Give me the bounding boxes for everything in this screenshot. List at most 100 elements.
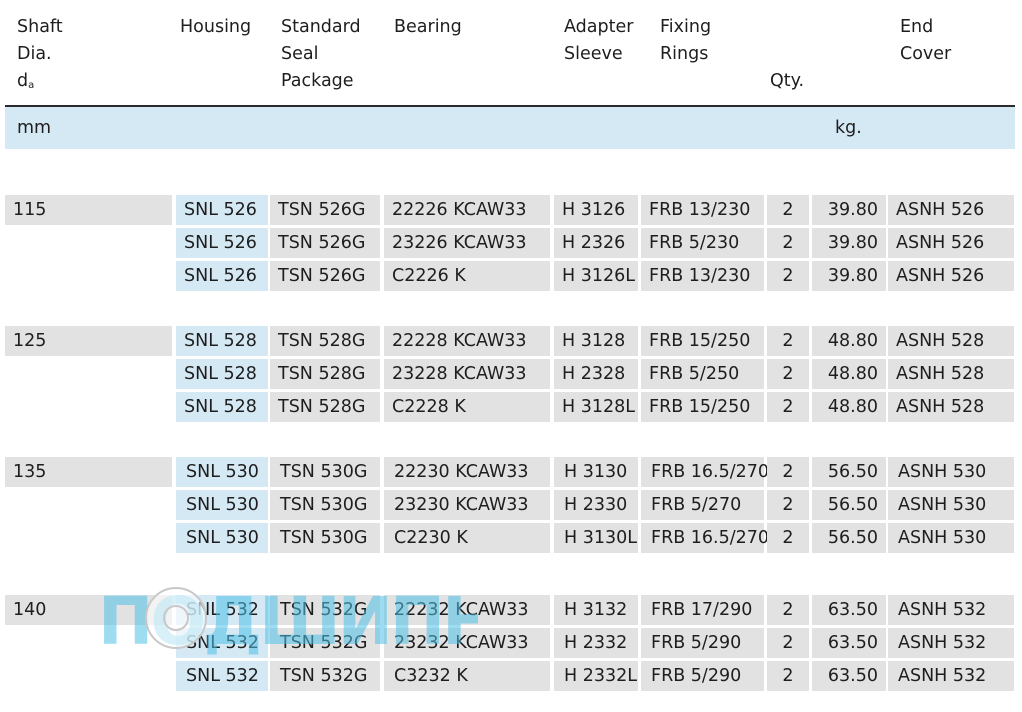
cell-endcover: ASNH 530 [888, 490, 1014, 520]
header-shaft-subscript: a [28, 80, 35, 91]
cell-weight: 63.50 [812, 661, 886, 691]
cell-weight: 39.80 [812, 195, 886, 225]
cell-housing: SNL 526 [176, 261, 268, 291]
cell-seal: TSN 526G [270, 195, 380, 225]
cell-qty: 2 [767, 595, 809, 625]
cell-seal: TSN 526G [270, 261, 380, 291]
header-seal-line3: Package [281, 71, 354, 91]
cell-housing: SNL 530 [176, 523, 268, 553]
cell-adapter: H 2326 [554, 228, 638, 258]
cell-housing: SNL 526 [176, 228, 268, 258]
header-shaft-symbol: da [17, 68, 63, 99]
cell-weight: 63.50 [812, 628, 886, 658]
header-qty-label: Qty. [770, 71, 805, 91]
cell-fixing: FRB 5/290 [641, 628, 764, 658]
cell-endcover: ASNH 532 [888, 595, 1014, 625]
header-endcover-line2: Cover [900, 44, 952, 64]
cell-adapter: H 2330 [554, 490, 638, 520]
cell-adapter: H 3128 [554, 326, 638, 356]
cell-bearing: C2230 K [384, 523, 550, 553]
header-fixing-line1: Fixing [660, 17, 712, 37]
cell-weight: 56.50 [812, 523, 886, 553]
cell-bearing: C3232 K [384, 661, 550, 691]
header-seal-line2: Seal [281, 44, 319, 64]
header-shaft: Shaft Dia. da [17, 14, 63, 99]
header-fixing: Fixing Rings [660, 14, 711, 68]
shaft-diameter-cell: 135 [5, 457, 172, 487]
header-seal-line1: Standard [281, 17, 361, 37]
cell-housing: SNL 528 [176, 359, 268, 389]
shaft-diameter-cell: 125 [5, 326, 172, 356]
cell-adapter: H 2332 [554, 628, 638, 658]
cell-seal: TSN 530G [270, 457, 380, 487]
cell-endcover: ASNH 530 [888, 457, 1014, 487]
cell-weight: 63.50 [812, 595, 886, 625]
cell-qty: 2 [767, 359, 809, 389]
units-shaft: mm [17, 118, 52, 138]
cell-seal: TSN 532G [270, 661, 380, 691]
cell-qty: 2 [767, 392, 809, 422]
cell-qty: 2 [767, 195, 809, 225]
cell-bearing: 23232 KCAW33 [384, 628, 550, 658]
cell-housing: SNL 532 [176, 661, 268, 691]
cell-endcover: ASNH 532 [888, 661, 1014, 691]
shaft-diameter-cell: 115 [5, 195, 172, 225]
cell-weight: 48.80 [812, 392, 886, 422]
units-weight: kg. [835, 118, 862, 138]
cell-weight: 48.80 [812, 326, 886, 356]
cell-housing: SNL 528 [176, 326, 268, 356]
cell-adapter: H 3132 [554, 595, 638, 625]
cell-qty: 2 [767, 457, 809, 487]
cell-seal: TSN 532G [270, 595, 380, 625]
cell-seal: TSN 528G [270, 359, 380, 389]
cell-endcover: ASNH 528 [888, 359, 1014, 389]
cell-qty: 2 [767, 261, 809, 291]
cell-endcover: ASNH 530 [888, 523, 1014, 553]
header-seal: Standard Seal Package [281, 14, 361, 95]
header-bearing: Bearing [394, 14, 462, 41]
cell-housing: SNL 530 [176, 490, 268, 520]
cell-weight: 56.50 [812, 490, 886, 520]
cell-fixing: FRB 16.5/270 [641, 523, 769, 553]
header-qty: Qty. [770, 68, 804, 95]
header-adapter: Adapter Sleeve [564, 14, 633, 68]
cell-adapter: H 2332L [554, 661, 638, 691]
header-housing: Housing [180, 14, 251, 41]
header-adapter-line1: Adapter [564, 17, 634, 37]
header-adapter-line2: Sleeve [564, 44, 623, 64]
cell-weight: 56.50 [812, 457, 886, 487]
cell-endcover: ASNH 528 [888, 392, 1014, 422]
header-shaft-line2: Dia. [17, 44, 52, 64]
cell-housing: SNL 528 [176, 392, 268, 422]
cell-adapter: H 2328 [554, 359, 638, 389]
cell-fixing: FRB 15/250 [641, 326, 764, 356]
cell-fixing: FRB 13/230 [641, 195, 764, 225]
cell-bearing: 22230 KCAW33 [384, 457, 550, 487]
cell-bearing: C2228 K [384, 392, 550, 422]
cell-fixing: FRB 5/290 [641, 661, 764, 691]
header-shaft-line1: Shaft [17, 17, 63, 37]
cell-bearing: 22226 KCAW33 [384, 195, 550, 225]
cell-adapter: H 3126L [554, 261, 638, 291]
header-shaft-d: d [17, 71, 29, 91]
cell-housing: SNL 532 [176, 628, 268, 658]
cell-weight: 39.80 [812, 228, 886, 258]
cell-seal: TSN 528G [270, 326, 380, 356]
cell-bearing: 23228 KCAW33 [384, 359, 550, 389]
cell-housing: SNL 526 [176, 195, 268, 225]
header-housing-label: Housing [180, 17, 252, 37]
header-endcover-line1: End [900, 17, 934, 37]
header-endcover: End Cover [900, 14, 951, 68]
cell-fixing: FRB 5/250 [641, 359, 764, 389]
cell-adapter: H 3128L [554, 392, 638, 422]
cell-seal: TSN 530G [270, 523, 380, 553]
header-fixing-line2: Rings [660, 44, 709, 64]
cell-fixing: FRB 5/270 [641, 490, 764, 520]
cell-fixing: FRB 17/290 [641, 595, 764, 625]
cell-seal: TSN 530G [270, 490, 380, 520]
shaft-diameter-cell: 140 [5, 595, 172, 625]
cell-bearing: 23226 KCAW33 [384, 228, 550, 258]
cell-housing: SNL 530 [176, 457, 268, 487]
cell-housing: SNL 532 [176, 595, 268, 625]
cell-endcover: ASNH 526 [888, 195, 1014, 225]
